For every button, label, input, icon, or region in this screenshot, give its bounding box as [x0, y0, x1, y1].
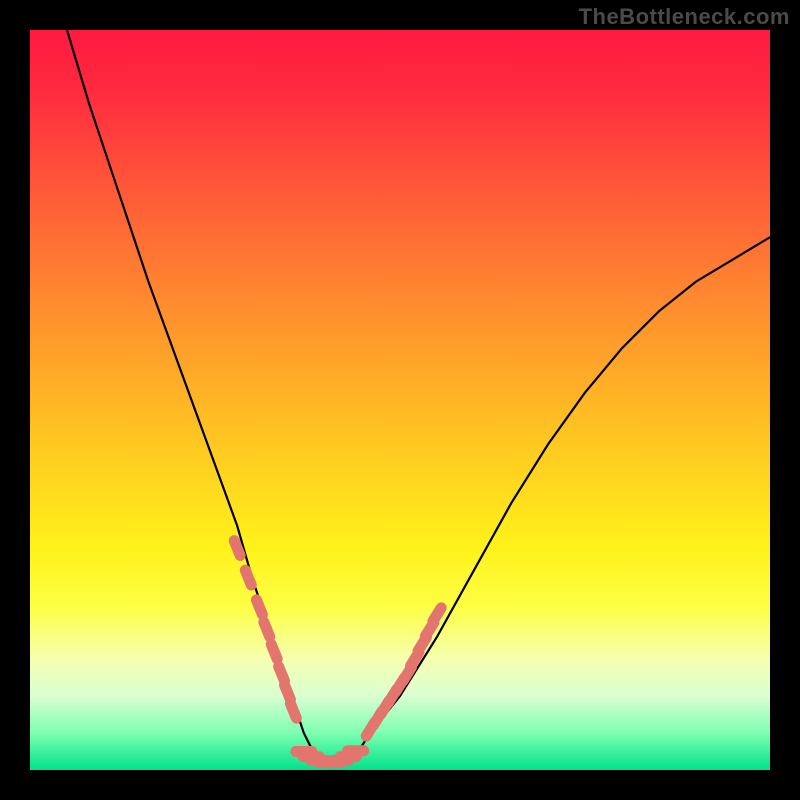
markers-left-group — [234, 541, 296, 719]
attribution-label: TheBottleneck.com — [579, 4, 790, 30]
marker-dash — [256, 600, 262, 615]
marker-dash — [433, 608, 441, 622]
marker-dash — [245, 570, 251, 585]
markers-bottom-group — [296, 751, 364, 763]
chart-frame: TheBottleneck.com — [0, 0, 800, 800]
marker-dash — [279, 666, 285, 681]
marker-dash — [234, 541, 240, 556]
plot-area — [30, 30, 770, 770]
marker-dash — [264, 622, 270, 637]
marker-dash — [285, 685, 291, 700]
marker-dash — [290, 703, 296, 718]
marker-dash — [271, 644, 277, 659]
markers-right-group — [366, 608, 441, 736]
curve-layer — [30, 30, 770, 770]
